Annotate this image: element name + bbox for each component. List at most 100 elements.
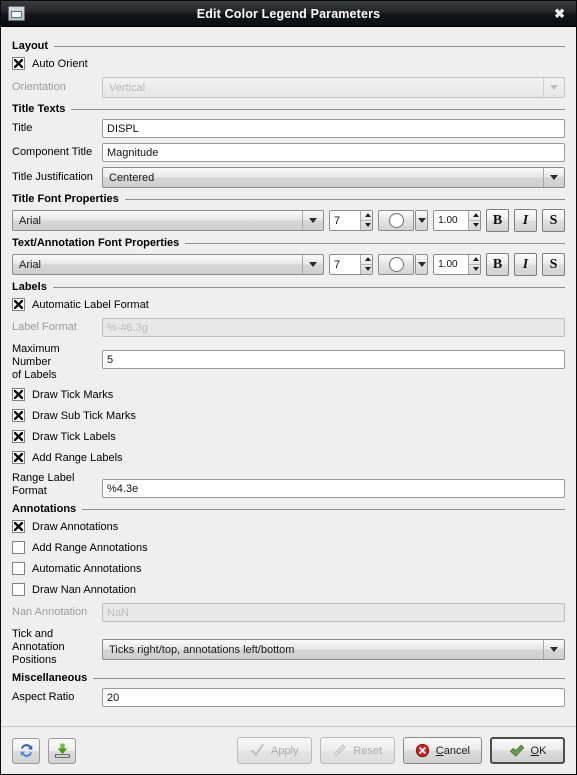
maximum-number-of-labels-label: Maximum Number of Labels — [12, 343, 60, 381]
edit-color-legend-dialog: Edit Color Legend Parameters ✖ Layout Au… — [0, 0, 577, 775]
draw-tick-marks-checkbox[interactable] — [12, 388, 25, 401]
checkbox-row-draw-sub-tick-marks[interactable]: Draw Sub Tick Marks — [12, 408, 565, 423]
text-font-toolbar: Arial 7 1.00 B I S — [12, 253, 565, 276]
stepper-up-icon[interactable] — [361, 211, 373, 221]
draw-annotations-checkbox[interactable] — [12, 520, 25, 533]
color-swatch — [388, 257, 404, 272]
color-swatch — [388, 213, 404, 228]
text-font-opacity-value: 1.00 — [434, 255, 469, 274]
text-font-family-combobox[interactable]: Arial — [12, 254, 324, 275]
chevron-down-icon — [543, 78, 564, 97]
text-font-italic-button[interactable]: I — [514, 253, 537, 276]
close-icon[interactable]: ✖ — [554, 7, 565, 20]
checkbox-row-draw-nan-annotation[interactable]: Draw Nan Annotation — [12, 582, 565, 597]
title-justification-value: Centered — [109, 171, 155, 184]
checkbox-row-draw-annotations[interactable]: Draw Annotations — [12, 519, 565, 534]
apply-button[interactable]: Apply — [236, 737, 312, 764]
draw-sub-tick-marks-checkbox[interactable] — [12, 409, 25, 422]
title-font-color-picker[interactable] — [378, 210, 429, 231]
reset-label: Reset — [353, 744, 383, 757]
checkbox-row-auto-orient[interactable]: Auto Orient — [12, 56, 565, 71]
row-orientation: Orientation Vertical — [12, 77, 565, 98]
color-dropdown-button[interactable] — [415, 210, 429, 231]
color-swatch-button[interactable] — [378, 254, 415, 275]
title-font-family-value: Arial — [19, 214, 42, 227]
checkbox-row-draw-tick-marks[interactable]: Draw Tick Marks — [12, 387, 565, 402]
automatic-annotations-checkbox[interactable] — [12, 562, 25, 575]
title-font-toolbar: Arial 7 1.00 B I S — [12, 209, 565, 232]
checkbox-row-add-range-annotations[interactable]: Add Range Annotations — [12, 540, 565, 555]
stepper-buttons[interactable] — [360, 211, 373, 230]
automatic-label-format-checkbox[interactable] — [12, 298, 25, 311]
label-format-label: Label Format — [12, 321, 77, 333]
checkbox-row-add-range-labels[interactable]: Add Range Labels — [12, 450, 565, 465]
orientation-combobox[interactable]: Vertical — [102, 77, 565, 98]
apply-label: Apply — [270, 744, 299, 757]
section-title: Layout — [12, 40, 49, 52]
text-font-color-picker[interactable] — [378, 254, 429, 275]
cancel-button[interactable]: Cancel — [402, 737, 482, 764]
section-rule — [71, 108, 565, 110]
section-rule — [93, 677, 565, 679]
title-font-family-combobox[interactable]: Arial — [12, 210, 324, 231]
ok-button[interactable]: OK — [490, 737, 565, 764]
row-component-title: Component Title — [12, 143, 565, 162]
label-format-input[interactable] — [102, 318, 565, 337]
automatic-annotations-label: Automatic Annotations — [32, 562, 142, 575]
stepper-down-icon[interactable] — [469, 221, 480, 231]
save-button[interactable] — [48, 737, 76, 764]
component-title-input[interactable] — [102, 143, 565, 162]
stepper-up-icon[interactable] — [469, 255, 481, 265]
title-font-size-value: 7 — [330, 211, 360, 230]
add-range-labels-label: Add Range Labels — [32, 451, 123, 464]
text-font-shadow-button[interactable]: S — [542, 253, 565, 276]
draw-nan-annotation-label: Draw Nan Annotation — [32, 583, 136, 596]
section-title: Text/Annotation Font Properties — [12, 237, 180, 249]
stepper-down-icon[interactable] — [361, 265, 372, 275]
stepper-down-icon[interactable] — [469, 265, 480, 275]
checkbox-row-automatic-annotations[interactable]: Automatic Annotations — [12, 561, 565, 576]
stepper-up-icon[interactable] — [469, 211, 481, 221]
title-font-opacity-stepper[interactable]: 1.00 — [433, 210, 481, 231]
stepper-buttons[interactable] — [468, 255, 481, 274]
title-font-size-stepper[interactable]: 7 — [329, 210, 374, 231]
title-font-bold-button[interactable]: B — [486, 209, 509, 232]
text-font-family-value: Arial — [19, 258, 42, 271]
title-font-shadow-button[interactable]: S — [542, 209, 565, 232]
add-range-labels-checkbox[interactable] — [12, 451, 25, 464]
add-range-annotations-checkbox[interactable] — [12, 541, 25, 554]
draw-tick-labels-checkbox[interactable] — [12, 430, 25, 443]
stepper-buttons[interactable] — [360, 255, 373, 274]
text-font-size-stepper[interactable]: 7 — [329, 254, 374, 275]
row-tick-and-annotation-positions: Tick and Annotation Positions Ticks righ… — [12, 627, 565, 667]
maximum-number-of-labels-input[interactable] — [102, 350, 565, 369]
chevron-down-icon — [302, 255, 323, 274]
reload-button[interactable] — [12, 737, 40, 764]
stepper-down-icon[interactable] — [361, 221, 372, 231]
text-font-bold-button[interactable]: B — [486, 253, 509, 276]
cancel-label: Cancel — [436, 745, 470, 757]
aspect-ratio-input[interactable] — [102, 688, 565, 707]
title-justification-combobox[interactable]: Centered — [102, 167, 565, 188]
row-aspect-ratio: Aspect Ratio — [12, 688, 565, 707]
text-font-opacity-stepper[interactable]: 1.00 — [433, 254, 481, 275]
checkbox-row-automatic-label-format[interactable]: Automatic Label Format — [12, 297, 565, 312]
color-dropdown-button[interactable] — [415, 254, 429, 275]
nan-annotation-input[interactable] — [102, 603, 565, 622]
draw-nan-annotation-checkbox[interactable] — [12, 583, 25, 596]
color-swatch-button[interactable] — [378, 210, 415, 231]
checkmark-icon — [251, 744, 264, 756]
section-title: Title Font Properties — [12, 193, 119, 205]
draw-tick-marks-label: Draw Tick Marks — [32, 388, 114, 401]
auto-orient-checkbox[interactable] — [12, 57, 25, 70]
tick-and-annotation-positions-combobox[interactable]: Ticks right/top, annotations left/bottom — [102, 639, 565, 660]
title-input[interactable] — [102, 119, 565, 138]
reset-button[interactable]: Reset — [319, 737, 395, 764]
stepper-buttons[interactable] — [468, 211, 481, 230]
stepper-up-icon[interactable] — [361, 255, 373, 265]
section-title: Labels — [12, 281, 47, 293]
ok-mnemonic: O — [530, 744, 540, 757]
title-font-italic-button[interactable]: I — [514, 209, 537, 232]
checkbox-row-draw-tick-labels[interactable]: Draw Tick Labels — [12, 429, 565, 444]
range-label-format-input[interactable] — [102, 479, 565, 498]
